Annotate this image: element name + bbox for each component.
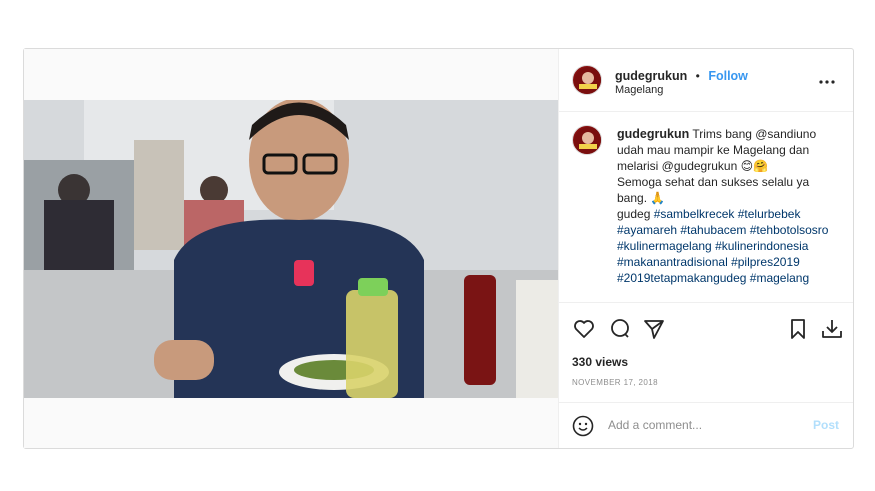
- caption-text: gudegrukun Trims bang @sandiuno udah mau…: [617, 126, 837, 286]
- comment-icon[interactable]: [608, 317, 632, 341]
- follow-button[interactable]: Follow: [708, 69, 748, 83]
- post-date: NOVEMBER 17, 2018: [572, 378, 658, 387]
- comment-input[interactable]: Add a comment...: [608, 418, 702, 432]
- emoji-icon[interactable]: [572, 415, 596, 439]
- caption-area: gudegrukun Trims bang @sandiuno udah mau…: [558, 111, 853, 302]
- location-link[interactable]: Magelang: [615, 84, 663, 96]
- bookmark-icon[interactable]: [786, 317, 810, 341]
- share-icon[interactable]: [642, 317, 666, 341]
- heart-icon[interactable]: [572, 317, 596, 341]
- download-icon[interactable]: [820, 317, 844, 341]
- comment-box: Add a comment... Post: [558, 402, 853, 449]
- post-sidebar: gudegrukun • Follow Magelang gudegrukun …: [558, 49, 853, 448]
- separator-dot: •: [695, 69, 700, 83]
- avatar[interactable]: [572, 65, 602, 95]
- view-count[interactable]: 330 views: [572, 355, 628, 369]
- post-video[interactable]: [24, 100, 558, 398]
- username-link[interactable]: gudegrukun: [615, 69, 687, 83]
- caption-line-2: Semoga sehat dan sukses selalu ya bang. …: [617, 175, 810, 205]
- media-panel: [24, 49, 559, 448]
- more-horizontal-icon[interactable]: [819, 77, 835, 84]
- header-title-row: gudegrukun • Follow: [615, 67, 748, 85]
- caption-username[interactable]: gudegrukun: [617, 127, 689, 141]
- video-frame: [24, 100, 558, 398]
- caption-avatar[interactable]: [572, 125, 602, 155]
- post-comment-button[interactable]: Post: [813, 418, 839, 432]
- instagram-post: gudegrukun • Follow Magelang gudegrukun …: [23, 48, 854, 449]
- post-header: gudegrukun • Follow Magelang: [558, 49, 853, 112]
- caption-line-3-prefix: gudeg: [617, 207, 654, 221]
- action-bar: 330 views NOVEMBER 17, 2018: [558, 302, 853, 403]
